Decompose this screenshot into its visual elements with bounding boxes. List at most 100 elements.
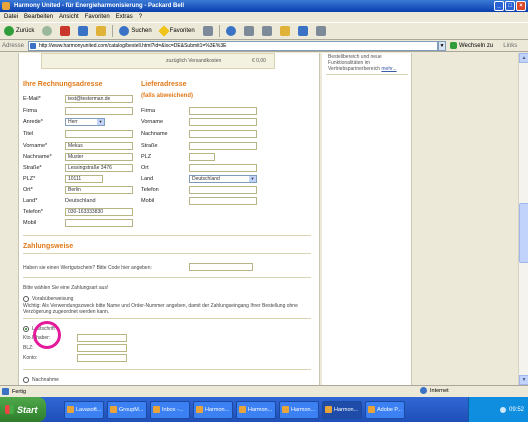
taskbar-button-inbox[interactable]: Inbox -... [150,400,190,419]
history-button[interactable] [224,24,238,38]
menu-item-favoriten[interactable]: Favoriten [85,12,110,22]
search-icon [119,26,130,36]
billing-label-strasse: Straße* [23,165,42,171]
bank-code-input[interactable] [77,344,127,352]
scroll-up-arrow-icon[interactable]: ▲ [519,53,528,63]
links-button[interactable]: Links [503,43,517,49]
menu-item-help[interactable]: ? [139,12,142,22]
right-sidebar: Bestellbereich und neue Funktionalitäten… [322,53,412,385]
section-divider [23,277,311,278]
menu-bar: Datei Bearbeiten Ansicht Favoriten Extra… [0,12,528,22]
voucher-code-input[interactable] [189,263,253,271]
salutation-select[interactable]: Herr ▼ [65,118,105,126]
taskbar-button-harmony-3[interactable]: Harmon... [279,400,319,419]
cod-radio[interactable] [23,377,29,383]
forward-arrow-icon [42,26,53,36]
menu-item-datei[interactable]: Datei [4,12,18,22]
delivery-label-nachname: Nachname [141,131,168,137]
back-button[interactable]: Zurück [2,24,36,38]
payment-title: Zahlungsweise [23,243,74,250]
taskbar-button-harmony-2[interactable]: Harmon... [236,400,276,419]
stop-button[interactable] [58,24,72,38]
search-button[interactable]: Suchen [117,24,153,38]
more-link[interactable]: mehr... [381,66,396,72]
billing-strasse-input[interactable]: Lessingstraße 3476 [65,164,133,172]
folder-button[interactable] [278,24,292,38]
menu-item-bearbeiten[interactable]: Bearbeiten [24,12,53,22]
media-button[interactable] [201,24,215,38]
forward-button[interactable] [40,24,54,38]
scrollbar-thumb[interactable] [519,203,528,263]
close-button[interactable]: × [516,1,526,11]
window-title: Harmony United - für Energieharmonisieru… [14,3,185,9]
media-icon [202,26,213,36]
billing-ort-input[interactable]: Berlin [65,186,133,194]
prepay-radio[interactable] [23,296,29,302]
billing-vorname-input[interactable]: Mekus [65,142,133,150]
start-button[interactable]: Start [0,397,46,422]
billing-telefon-input[interactable]: 030-163333830 [65,208,133,216]
billing-nachname-input[interactable]: Muster [65,153,133,161]
system-tray: 09:52 [468,397,528,422]
billing-mobil-input[interactable] [65,219,133,227]
address-url: http://www.harmonyunited.com/catalog/bes… [39,42,227,49]
delivery-label-vorname: Vorname [141,119,164,125]
go-button[interactable]: Wechseln zu [450,42,493,49]
page-done-icon [2,388,9,395]
account-holder-input[interactable] [77,334,127,342]
section-divider [23,369,311,370]
toolbar-divider [218,25,220,37]
billing-label-ort: Ort* [23,187,33,193]
delivery-country-value: Deutschland [192,176,220,182]
delivery-strasse-input[interactable] [189,142,257,150]
messenger-button[interactable] [314,24,328,38]
vertical-scrollbar[interactable]: ▲ ▼ [518,53,528,385]
debit-blz-label: BLZ: [23,345,34,351]
refresh-button[interactable] [76,24,90,38]
home-button[interactable] [94,24,108,38]
taskbar: Start Lavasoft... GroupM... Inbox -... H… [0,397,528,422]
ie-icon [2,2,10,10]
mail-button[interactable] [242,24,256,38]
title-bar: Harmony United - für Energieharmonisieru… [0,0,528,12]
app-icon [153,406,160,413]
taskbar-button-lavasoft[interactable]: Lavasoft... [64,400,104,419]
menu-item-ansicht[interactable]: Ansicht [59,12,79,22]
billing-firma-input[interactable] [65,107,133,115]
delivery-ort-input[interactable] [189,164,257,172]
edit-icon [297,26,308,36]
debit-radio[interactable] [23,326,29,332]
delivery-vorname-input[interactable] [189,118,257,126]
menu-item-extras[interactable]: Extras [116,12,133,22]
ie-icon [239,406,246,413]
delivery-telefon-input[interactable] [189,186,257,194]
billing-label-mobil: Mobil [23,220,37,226]
favorites-button[interactable]: Favoriten [158,24,197,38]
delivery-firma-input[interactable] [189,107,257,115]
ie-icon [196,406,203,413]
maximize-button[interactable]: □ [505,1,515,11]
billing-label-land: Land* [23,198,38,204]
delivery-country-select[interactable]: Deutschland ▼ [189,175,257,183]
tray-icon[interactable] [499,406,506,413]
print-button[interactable] [260,24,274,38]
taskbar-button-harmony-1[interactable]: Harmon... [193,400,233,419]
account-number-input[interactable] [77,354,127,362]
taskbar-button-adobe[interactable]: Adobe P... [365,400,405,419]
security-zone: Internet [420,387,449,394]
billing-titel-input[interactable] [65,130,133,138]
address-dropdown-button[interactable]: ▼ [438,40,446,51]
billing-label-email: E-Mail* [23,96,41,102]
scroll-down-arrow-icon[interactable]: ▼ [519,375,528,385]
toolbar-divider [112,25,114,37]
billing-plz-input[interactable]: 10111 [65,175,103,183]
delivery-mobil-input[interactable] [189,197,257,205]
delivery-nachname-input[interactable] [189,130,257,138]
taskbar-button-harmony-active[interactable]: Harmon... [322,400,362,419]
edit-button[interactable] [296,24,310,38]
delivery-plz-input[interactable] [189,153,215,161]
address-input[interactable]: http://www.harmonyunited.com/catalog/bes… [28,40,438,51]
minimize-button[interactable]: _ [494,1,504,11]
taskbar-button-groupmail[interactable]: GroupM... [107,400,147,419]
billing-email-input[interactable]: test@testerman.de [65,95,133,103]
